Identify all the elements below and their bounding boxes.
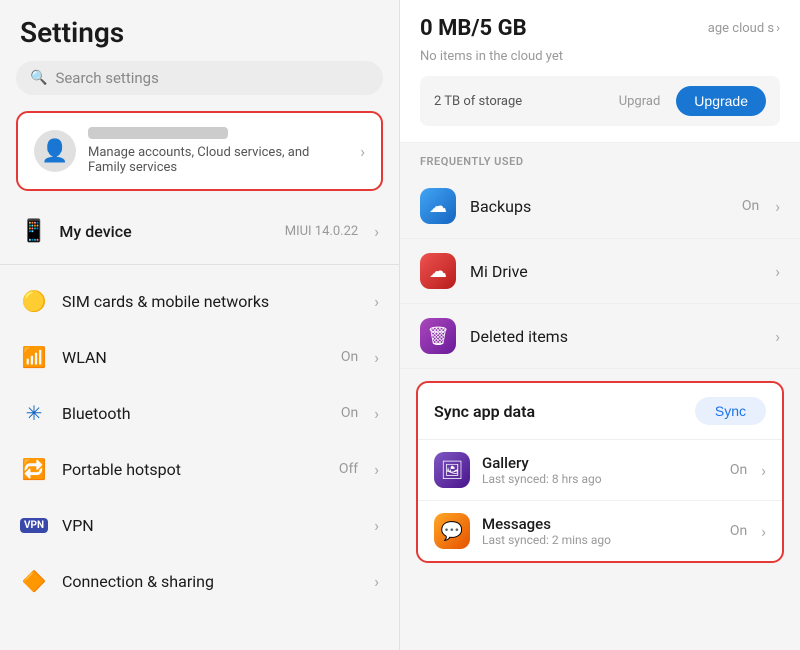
settings-list: 🟡 SIM cards & mobile networks › 📶 WLAN O… xyxy=(0,273,399,609)
chevron-right-icon: › xyxy=(761,522,766,541)
cloud-upgrade-row: 2 TB of storage Upgrad Upgrade xyxy=(420,76,780,126)
chevron-right-icon: › xyxy=(374,572,379,591)
person-icon: 👤 xyxy=(41,139,68,164)
setting-label-vpn: VPN xyxy=(62,516,360,535)
my-device-row[interactable]: 📱 My device MIUI 14.0.22 › xyxy=(0,207,399,256)
account-info: Manage accounts, Cloud services, and Fam… xyxy=(88,127,348,175)
frequently-used-label: FREQUENTLY USED xyxy=(400,143,800,174)
search-input[interactable]: Search settings xyxy=(55,69,158,87)
sync-item-gallery[interactable]: 🖼 Gallery Last synced: 8 hrs ago On › xyxy=(418,439,782,500)
chevron-right-icon: › xyxy=(374,292,379,311)
account-card[interactable]: 👤 Manage accounts, Cloud services, and F… xyxy=(16,111,383,191)
setting-row-bluetooth[interactable]: ✳ Bluetooth On › xyxy=(0,385,399,441)
gallery-label: Gallery xyxy=(482,454,718,472)
cloud-storage-label-text: 2 TB of storage xyxy=(434,94,522,109)
messages-status: On xyxy=(730,523,747,539)
backups-status: On xyxy=(742,198,759,214)
gallery-status: On xyxy=(730,462,747,478)
deleted-icon: 🗑 xyxy=(420,318,456,354)
cloud-storage-label: 2 TB of storage xyxy=(434,94,611,109)
setting-label-wlan: WLAN xyxy=(62,348,327,367)
setting-row-sim[interactable]: 🟡 SIM cards & mobile networks › xyxy=(0,273,399,329)
gallery-icon: 🖼 xyxy=(434,452,470,488)
chevron-right-icon: › xyxy=(775,327,780,346)
setting-label-connection: Connection & sharing xyxy=(62,572,360,591)
account-name-blurred xyxy=(88,127,228,139)
setting-label-hotspot: Portable hotspot xyxy=(62,460,325,479)
divider xyxy=(0,264,399,265)
connection-icon: 🔶 xyxy=(20,567,48,595)
vpn-badge: VPN xyxy=(20,518,48,533)
right-panel: 0 MB/5 GB age cloud s › No items in the … xyxy=(400,0,800,650)
deleted-label: Deleted items xyxy=(470,327,761,346)
cloud-empty-text: No items in the cloud yet xyxy=(420,49,780,64)
wifi-icon: 📶 xyxy=(20,343,48,371)
cloud-usage: 0 MB/5 GB xyxy=(420,16,527,41)
messages-icon: 💬 xyxy=(434,513,470,549)
chevron-right-icon: › xyxy=(775,262,780,281)
sync-button[interactable]: Sync xyxy=(695,397,766,425)
messages-info: Messages Last synced: 2 mins ago xyxy=(482,515,718,547)
cloud-item-deleted[interactable]: 🗑 Deleted items › xyxy=(400,304,800,369)
gallery-info: Gallery Last synced: 8 hrs ago xyxy=(482,454,718,486)
sync-section: Sync app data Sync 🖼 Gallery Last synced… xyxy=(416,381,784,563)
hotspot-icon: 🔁 xyxy=(20,455,48,483)
setting-row-hotspot[interactable]: 🔁 Portable hotspot Off › xyxy=(0,441,399,497)
setting-row-wlan[interactable]: 📶 WLAN On › xyxy=(0,329,399,385)
bluetooth-icon: ✳ xyxy=(20,399,48,427)
setting-row-connection[interactable]: 🔶 Connection & sharing › xyxy=(0,553,399,609)
sim-icon: 🟡 xyxy=(20,287,48,315)
cloud-header: 0 MB/5 GB age cloud s › No items in the … xyxy=(400,0,800,143)
chevron-right-icon: › xyxy=(761,461,766,480)
upgrade-text: Upgrad xyxy=(619,94,661,109)
sync-header: Sync app data Sync xyxy=(418,397,782,439)
chevron-right-icon: › xyxy=(374,460,379,479)
gallery-sub: Last synced: 8 hrs ago xyxy=(482,472,718,486)
backups-label: Backups xyxy=(470,197,728,216)
sync-title: Sync app data xyxy=(434,402,535,421)
bluetooth-status: On xyxy=(341,405,358,421)
midrive-label: Mi Drive xyxy=(470,262,761,281)
chevron-right-icon: › xyxy=(776,21,780,36)
chevron-right-icon: › xyxy=(775,197,780,216)
left-panel: Settings 🔍 Search settings 👤 Manage acco… xyxy=(0,0,400,650)
device-version: MIUI 14.0.22 xyxy=(285,224,358,239)
hotspot-status: Off xyxy=(339,461,358,477)
setting-label-sim: SIM cards & mobile networks xyxy=(62,292,360,311)
chevron-right-icon: › xyxy=(374,404,379,423)
setting-row-vpn[interactable]: VPN VPN › xyxy=(0,497,399,553)
chevron-right-icon: › xyxy=(374,222,379,241)
search-bar[interactable]: 🔍 Search settings xyxy=(16,61,383,95)
my-device-label: My device xyxy=(59,222,272,241)
setting-label-bluetooth: Bluetooth xyxy=(62,404,327,423)
sync-item-messages[interactable]: 💬 Messages Last synced: 2 mins ago On › xyxy=(418,500,782,561)
cloud-item-midrive[interactable]: ☁ Mi Drive › xyxy=(400,239,800,304)
backups-icon: ☁ xyxy=(420,188,456,224)
messages-sub: Last synced: 2 mins ago xyxy=(482,533,718,547)
chevron-right-icon: › xyxy=(374,348,379,367)
chevron-right-icon: › xyxy=(360,142,365,161)
cloud-link-text: age cloud s xyxy=(708,21,774,36)
upgrade-button[interactable]: Upgrade xyxy=(676,86,766,116)
chevron-right-icon: › xyxy=(374,516,379,535)
account-subtitle: Manage accounts, Cloud services, and Fam… xyxy=(88,145,348,175)
cloud-item-backups[interactable]: ☁ Backups On › xyxy=(400,174,800,239)
messages-label: Messages xyxy=(482,515,718,533)
vpn-icon: VPN xyxy=(20,511,48,539)
search-icon: 🔍 xyxy=(30,70,47,86)
avatar: 👤 xyxy=(34,130,76,172)
settings-title: Settings xyxy=(0,16,399,61)
midrive-icon: ☁ xyxy=(420,253,456,289)
device-icon: 📱 xyxy=(20,219,47,244)
cloud-link[interactable]: age cloud s › xyxy=(708,21,780,36)
wlan-status: On xyxy=(341,349,358,365)
cloud-storage-row: 0 MB/5 GB age cloud s › xyxy=(420,16,780,41)
